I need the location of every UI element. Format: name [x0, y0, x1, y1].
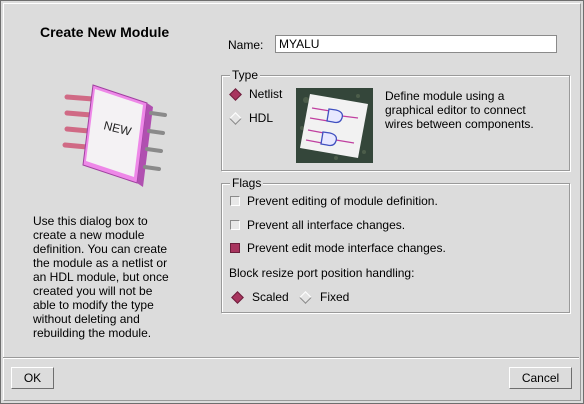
resize-handling-label: Block resize port position handling: — [229, 266, 415, 280]
dialog-description: Use this dialog box to create a new modu… — [33, 214, 169, 340]
fixed-label[interactable]: Fixed — [320, 290, 349, 304]
netlist-preview-image — [296, 88, 373, 163]
name-input[interactable]: MYALU — [275, 35, 557, 53]
ok-button[interactable]: OK — [11, 367, 54, 389]
type-group-title: Type — [230, 68, 261, 82]
cancel-button[interactable]: Cancel — [509, 367, 572, 389]
prevent-edit-mode-label[interactable]: Prevent edit mode interface changes. — [247, 241, 446, 255]
prevent-editing-checkbox[interactable] — [230, 196, 240, 206]
dialog-title: Create New Module — [40, 24, 170, 40]
button-separator — [3, 357, 579, 359]
netlist-label[interactable]: Netlist — [249, 87, 282, 101]
scaled-label[interactable]: Scaled — [252, 290, 289, 304]
type-description: Define module using a graphical editor t… — [385, 89, 534, 131]
prevent-edit-mode-checkbox[interactable] — [230, 243, 240, 253]
prevent-interface-checkbox[interactable] — [230, 220, 240, 230]
hdl-label[interactable]: HDL — [249, 111, 273, 125]
prevent-interface-label[interactable]: Prevent all interface changes. — [247, 218, 405, 232]
flags-group-title: Flags — [230, 176, 264, 190]
new-module-icon: NEW — [62, 84, 167, 187]
name-label: Name: — [228, 38, 264, 52]
prevent-editing-label[interactable]: Prevent editing of module definition. — [247, 194, 438, 208]
